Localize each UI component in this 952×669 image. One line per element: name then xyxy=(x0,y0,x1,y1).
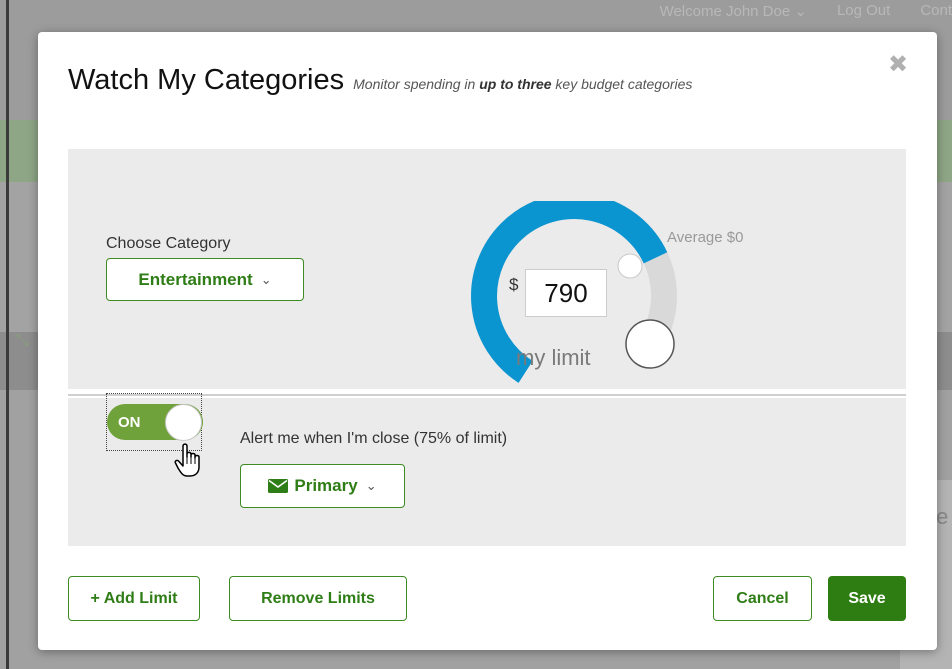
my-limit-caption: my limit xyxy=(516,345,591,370)
currency-symbol: $ xyxy=(509,275,519,294)
background-left-border xyxy=(6,0,9,669)
limit-drag-handle xyxy=(625,319,675,369)
logout-link: Log Out xyxy=(836,2,891,19)
limit-amount-input[interactable]: 790 xyxy=(525,269,607,317)
average-label: Average $0 xyxy=(667,229,744,246)
alert-panel: ON Alert me when I'm close (75% of limit… xyxy=(68,393,906,546)
cancel-button[interactable]: Cancel xyxy=(713,576,812,621)
subtitle-post: key budget categories xyxy=(551,76,693,92)
alert-channel-value: Primary xyxy=(294,476,358,495)
expand-icon: ⤡ xyxy=(16,332,29,349)
add-limit-button[interactable]: + Add Limit xyxy=(68,576,200,621)
category-panel: Choose Category Entertainment ⌄ $ 790 my… xyxy=(68,149,906,389)
category-select-value: Entertainment xyxy=(138,269,253,289)
alert-toggle[interactable]: ON xyxy=(107,404,203,441)
toggle-knob xyxy=(165,404,202,441)
category-select[interactable]: Entertainment ⌄ xyxy=(106,258,304,301)
alert-channel-select[interactable]: Primary ⌄ xyxy=(240,464,405,508)
hand-cursor-icon xyxy=(174,443,200,477)
remove-limits-button[interactable]: Remove Limits xyxy=(229,576,407,621)
close-icon[interactable]: ✖ xyxy=(887,53,909,77)
subtitle-bold: up to three xyxy=(479,76,552,92)
contact-link: Cont xyxy=(920,2,952,19)
modal-title: Watch My Categories xyxy=(68,64,345,96)
watch-categories-modal: Watch My Categories Monitor spending in … xyxy=(38,32,937,650)
average-marker xyxy=(617,253,643,279)
save-button[interactable]: Save xyxy=(828,576,906,621)
toggle-label: ON xyxy=(118,414,141,431)
welcome-link: Welcome John Doe ⌄ xyxy=(659,3,807,20)
background-header-links: Welcome John Doe ⌄ Log Out Cont xyxy=(660,2,952,24)
modal-header: Watch My Categories Monitor spending in … xyxy=(68,64,692,97)
chevron-down-icon: ⌄ xyxy=(365,478,377,493)
choose-category-label: Choose Category xyxy=(106,235,231,252)
alert-description: Alert me when I'm close (75% of limit) xyxy=(240,430,508,447)
modal-subtitle: Monitor spending in up to three key budg… xyxy=(353,76,692,92)
chevron-down-icon: ⌄ xyxy=(260,271,272,287)
envelope-icon xyxy=(268,479,289,493)
subtitle-pre: Monitor spending in xyxy=(353,76,480,92)
